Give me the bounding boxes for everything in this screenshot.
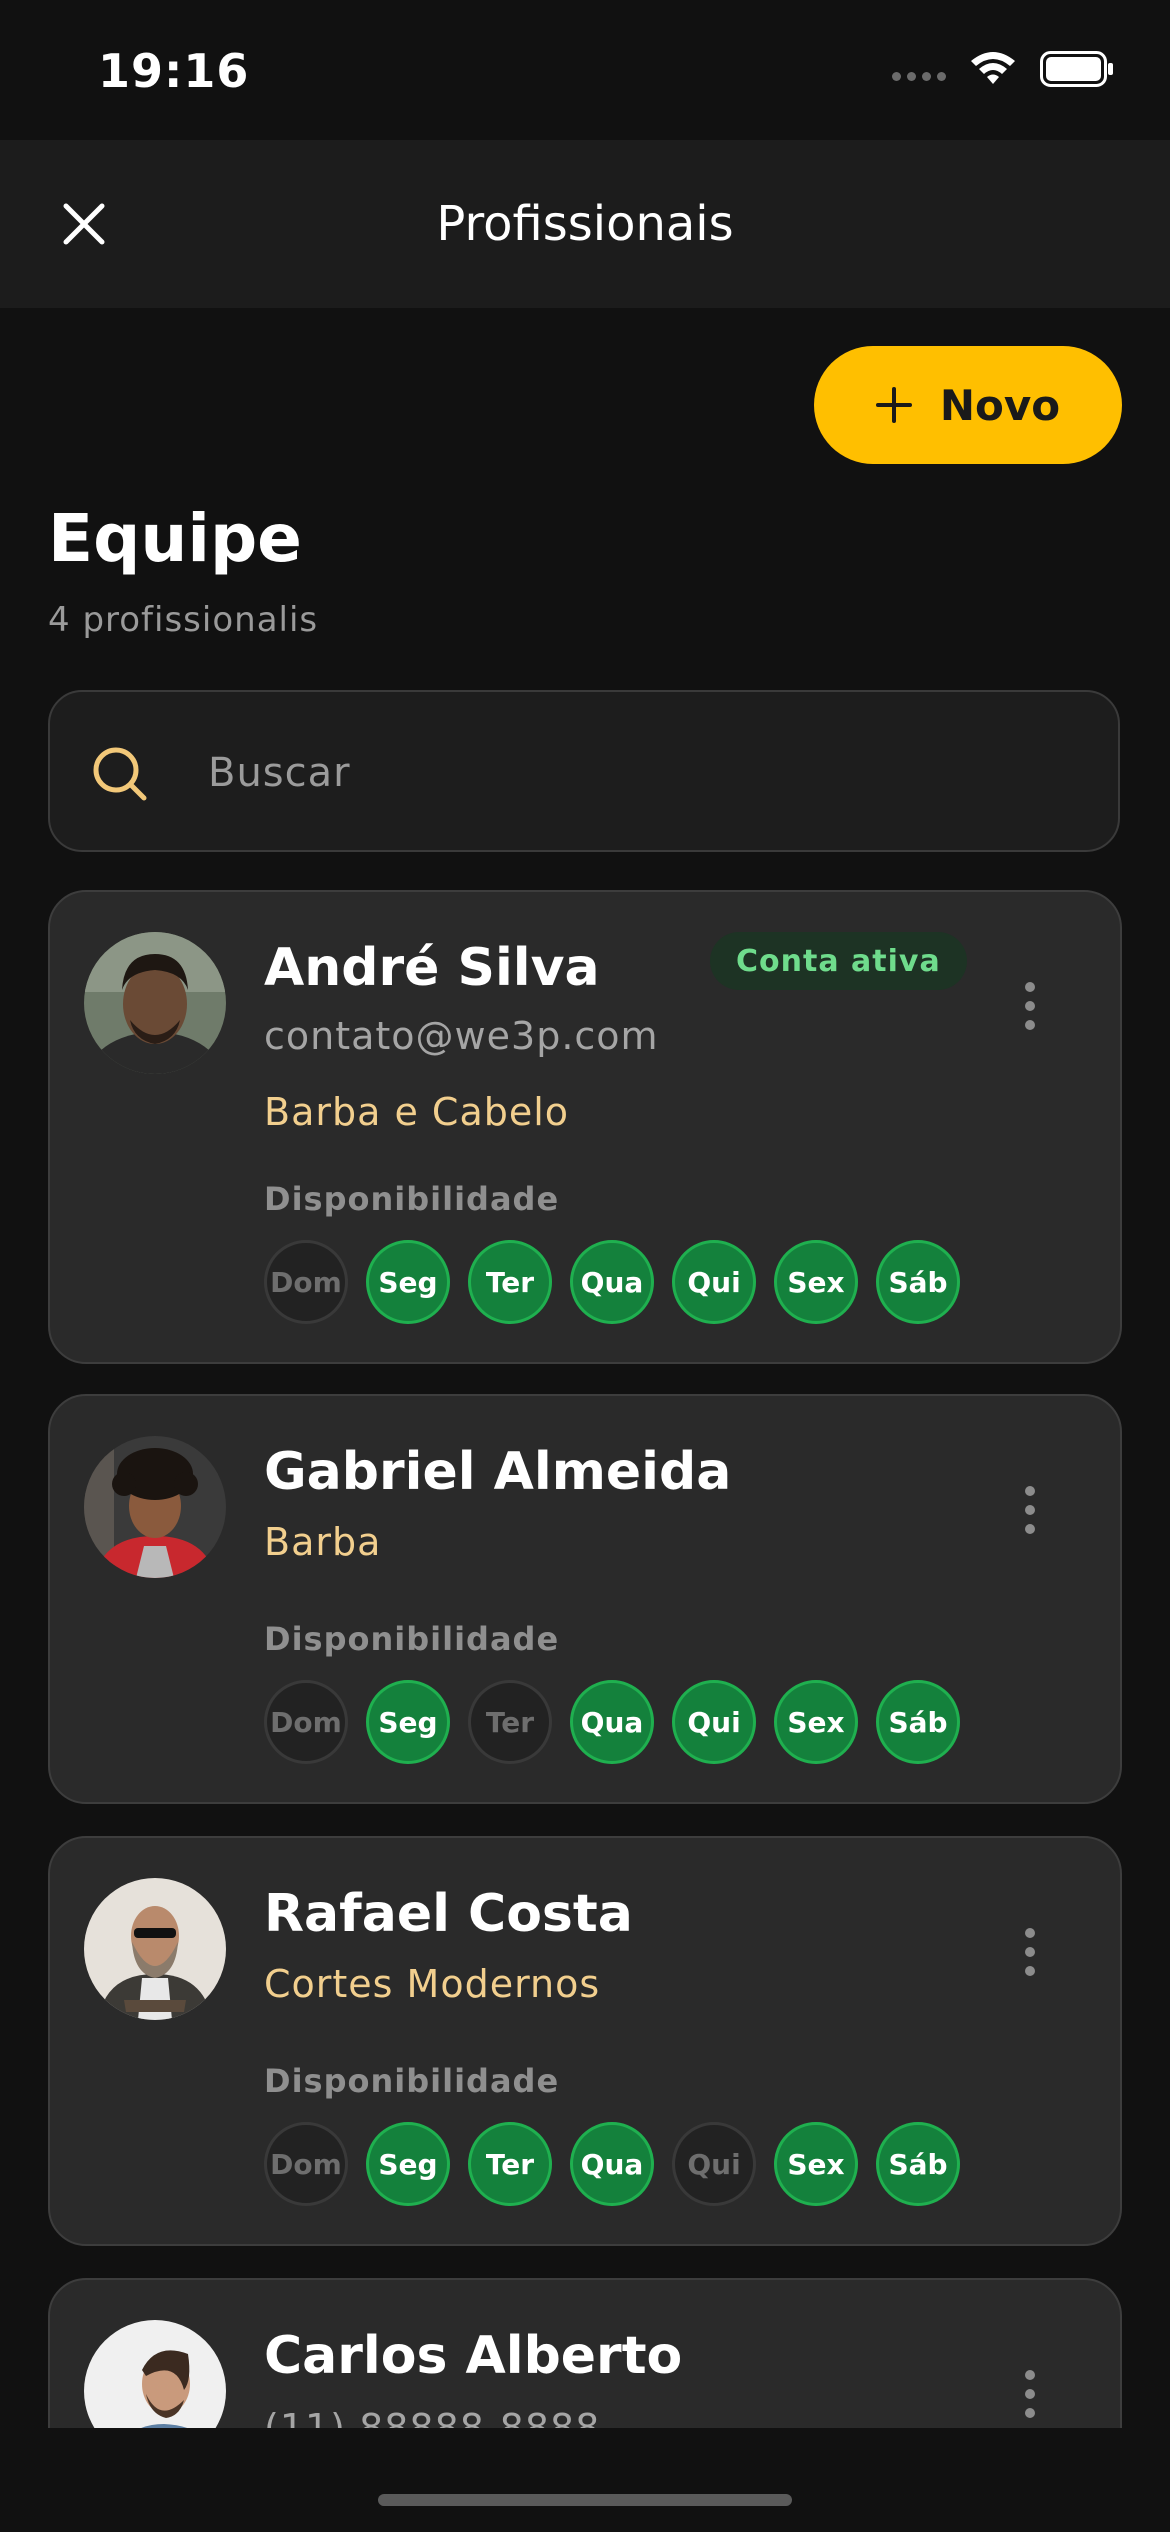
- home-indicator: [378, 2494, 792, 2506]
- day-toggle-seg[interactable]: Seg: [366, 2122, 450, 2206]
- professional-name: Gabriel Almeida: [264, 1442, 732, 1502]
- day-toggle-seg[interactable]: Seg: [366, 1240, 450, 1324]
- avatar: [84, 1878, 226, 2020]
- day-toggle-seg[interactable]: Seg: [366, 1680, 450, 1764]
- content-area: Novo Equipe 4 profissionalis André Silva…: [0, 0, 1170, 2428]
- more-options-button[interactable]: [1010, 1470, 1050, 1550]
- availability-days: Dom Seg Ter Qua Qui Sex Sáb: [264, 1680, 960, 1764]
- avatar: [84, 2320, 226, 2428]
- day-toggle-qui[interactable]: Qui: [672, 1240, 756, 1324]
- professional-count: 4 profissionalis: [48, 600, 319, 640]
- professional-name: Rafael Costa: [264, 1884, 633, 1944]
- professional-name: André Silva: [264, 938, 600, 998]
- section-title: Equipe: [48, 500, 302, 577]
- professional-name: Carlos Alberto: [264, 2326, 683, 2386]
- avatar: [84, 1436, 226, 1578]
- search-icon: [93, 747, 147, 801]
- professional-card[interactable]: Gabriel Almeida Barba Disponibilidade Do…: [48, 1394, 1122, 1804]
- search-input[interactable]: [206, 732, 1070, 814]
- status-badge: Conta ativa: [710, 932, 967, 990]
- professional-specialty: Barba e Cabelo: [264, 1090, 570, 1134]
- day-toggle-qui[interactable]: Qui: [672, 1680, 756, 1764]
- avatar: [84, 932, 226, 1074]
- day-toggle-qua[interactable]: Qua: [570, 1240, 654, 1324]
- plus-icon: [875, 387, 912, 423]
- day-toggle-sab[interactable]: Sáb: [876, 1680, 960, 1764]
- day-toggle-dom[interactable]: Dom: [264, 2122, 348, 2206]
- professional-card[interactable]: André Silva Conta ativa contato@we3p.com…: [48, 890, 1122, 1364]
- availability-days: Dom Seg Ter Qua Qui Sex Sáb: [264, 2122, 960, 2206]
- availability-label: Disponibilidade: [264, 2062, 560, 2100]
- more-options-button[interactable]: [1010, 1912, 1050, 1992]
- availability-label: Disponibilidade: [264, 1180, 560, 1218]
- day-toggle-sab[interactable]: Sáb: [876, 2122, 960, 2206]
- professional-specialty: Barba: [264, 1520, 382, 1564]
- day-toggle-ter[interactable]: Ter: [468, 1240, 552, 1324]
- professional-specialty: Cortes Modernos: [264, 1962, 601, 2006]
- day-toggle-dom[interactable]: Dom: [264, 1680, 348, 1764]
- day-toggle-sex[interactable]: Sex: [774, 1240, 858, 1324]
- day-toggle-sex[interactable]: Sex: [774, 2122, 858, 2206]
- day-toggle-qua[interactable]: Qua: [570, 1680, 654, 1764]
- search-box: [48, 690, 1120, 852]
- day-toggle-qua[interactable]: Qua: [570, 2122, 654, 2206]
- day-toggle-qui[interactable]: Qui: [672, 2122, 756, 2206]
- professional-card[interactable]: Carlos Alberto (11) 88888-8888: [48, 2278, 1122, 2428]
- professional-phone: (11) 88888-8888: [264, 2406, 601, 2428]
- professional-card[interactable]: Rafael Costa Cortes Modernos Disponibili…: [48, 1836, 1122, 2246]
- professional-email: contato@we3p.com: [264, 1014, 659, 1058]
- new-professional-button[interactable]: Novo: [814, 346, 1122, 464]
- day-toggle-sab[interactable]: Sáb: [876, 1240, 960, 1324]
- day-toggle-dom[interactable]: Dom: [264, 1240, 348, 1324]
- more-options-button[interactable]: [1010, 2354, 1050, 2428]
- availability-label: Disponibilidade: [264, 1620, 560, 1658]
- day-toggle-ter[interactable]: Ter: [468, 2122, 552, 2206]
- availability-days: Dom Seg Ter Qua Qui Sex Sáb: [264, 1240, 960, 1324]
- day-toggle-sex[interactable]: Sex: [774, 1680, 858, 1764]
- day-toggle-ter[interactable]: Ter: [468, 1680, 552, 1764]
- more-options-button[interactable]: [1010, 966, 1050, 1046]
- new-button-label: Novo: [939, 380, 1061, 430]
